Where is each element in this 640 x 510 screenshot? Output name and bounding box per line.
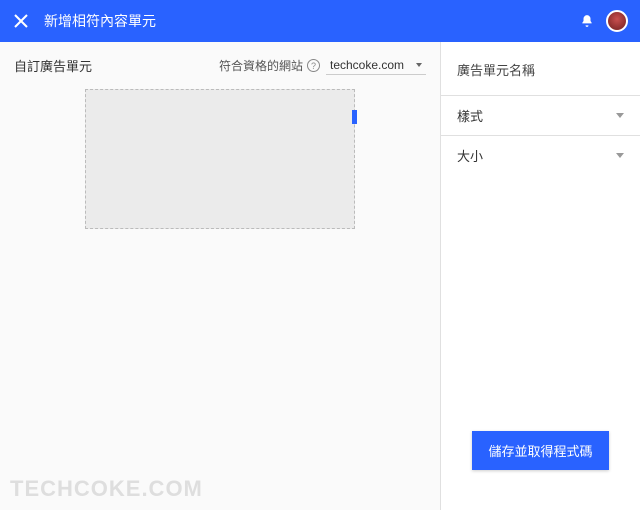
page-title: 新增相符內容單元 — [44, 11, 578, 31]
resize-handle[interactable] — [352, 110, 357, 124]
size-section[interactable]: 大小 — [441, 135, 640, 175]
ad-preview-box — [85, 89, 355, 229]
eligible-site-label: 符合資格的網站 — [219, 57, 303, 74]
close-icon[interactable] — [12, 12, 30, 30]
notifications-icon[interactable] — [578, 12, 596, 30]
preview-pane: 自訂廣告單元 符合資格的網站 ? techcoke.com TECHCOKE.C… — [0, 42, 440, 510]
eligible-site-group: 符合資格的網站 ? techcoke.com — [219, 56, 426, 75]
site-select[interactable]: techcoke.com — [326, 56, 426, 75]
help-icon[interactable]: ? — [307, 59, 320, 72]
avatar[interactable] — [606, 10, 628, 32]
chevron-down-icon — [616, 113, 624, 118]
size-label: 大小 — [457, 146, 616, 165]
site-select-value: techcoke.com — [330, 58, 410, 72]
settings-pane: 廣告單元名稱 樣式 大小 儲存並取得程式碼 — [440, 42, 640, 510]
watermark: TECHCOKE.COM — [10, 476, 203, 502]
save-button-wrap: 儲存並取得程式碼 — [441, 431, 640, 510]
ad-unit-name-label: 廣告單元名稱 — [441, 56, 640, 95]
custom-ad-unit-label: 自訂廣告單元 — [14, 56, 92, 75]
chevron-down-icon — [616, 153, 624, 158]
chevron-down-icon — [416, 63, 422, 67]
preview-top-bar: 自訂廣告單元 符合資格的網站 ? techcoke.com — [14, 56, 426, 75]
app-header: 新增相符內容單元 — [0, 0, 640, 42]
style-section[interactable]: 樣式 — [441, 95, 640, 135]
spacer — [441, 175, 640, 431]
style-label: 樣式 — [457, 106, 616, 125]
save-and-get-code-button[interactable]: 儲存並取得程式碼 — [472, 431, 608, 470]
content-area: 自訂廣告單元 符合資格的網站 ? techcoke.com TECHCOKE.C… — [0, 42, 640, 510]
